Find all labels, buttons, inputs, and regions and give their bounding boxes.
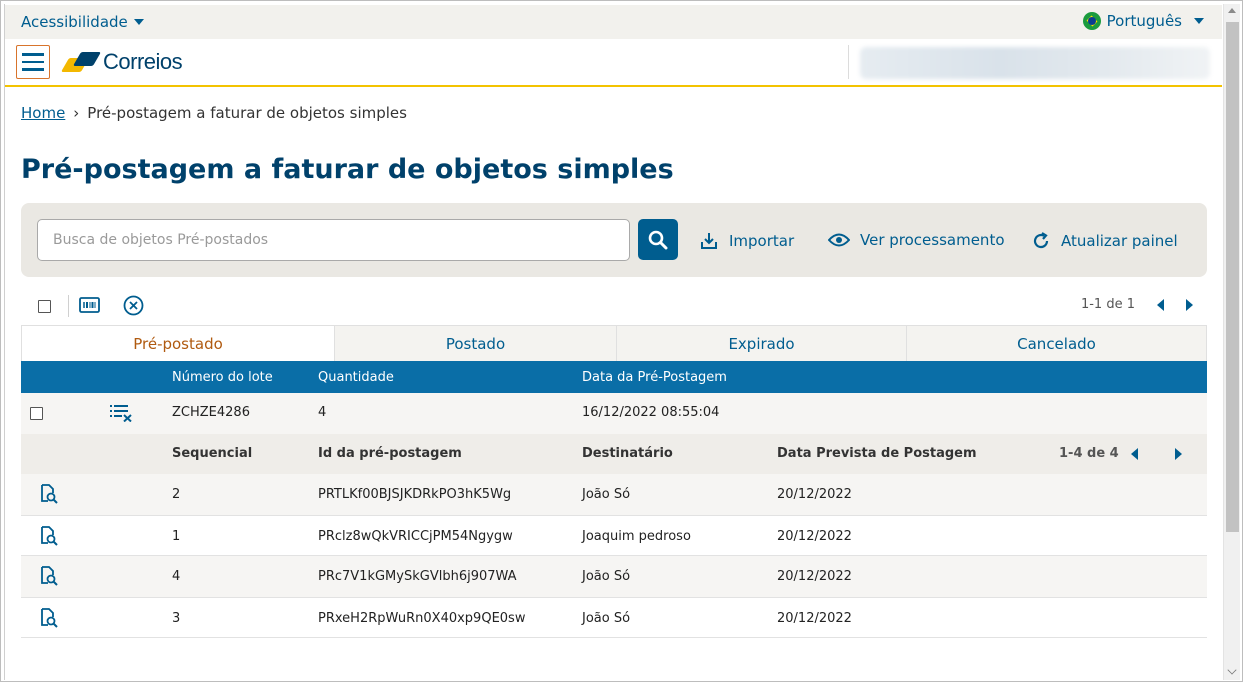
- header-date: Data da Pré-Postagem: [582, 370, 727, 385]
- chevron-down-icon: [1194, 18, 1204, 24]
- user-info-redacted: [860, 47, 1210, 79]
- lots-table-header: Número do lote Quantidade Data da Pré-Po…: [21, 361, 1207, 393]
- download-icon: [701, 233, 717, 249]
- lot-date: 16/12/2022 08:55:04: [582, 405, 720, 420]
- row-recipient: Joaquim pedroso: [582, 529, 691, 544]
- refresh-icon: [1033, 232, 1049, 249]
- lot-number: ZCHZE4286: [172, 405, 250, 420]
- menu-line: [22, 60, 44, 64]
- list-toolbar: 1-1 de 1: [21, 291, 1207, 321]
- row-sequential: 1: [172, 529, 181, 544]
- row-recipient: João Só: [582, 487, 631, 502]
- correios-logo[interactable]: Correios: [60, 49, 183, 75]
- row-prepost-id: PRxeH2RpWuRn0X40xp9QE0sw: [318, 611, 526, 626]
- refresh-label: Atualizar painel: [1061, 232, 1178, 250]
- menu-line: [22, 68, 44, 71]
- header-sequential: Sequencial: [172, 446, 253, 461]
- document-search-icon[interactable]: [40, 484, 58, 504]
- breadcrumb-home-link[interactable]: Home: [21, 104, 65, 122]
- lot-quantity: 4: [318, 405, 327, 420]
- barcode-icon[interactable]: [79, 296, 100, 314]
- menu-line: [22, 53, 44, 56]
- table-row[interactable]: 4 PRc7V1kGMySkGVlbh6j907WA João Só 20/12…: [21, 556, 1207, 597]
- header-lot-number: Número do lote: [172, 370, 273, 385]
- row-prepost-id: PRc7V1kGMySkGVlbh6j907WA: [318, 569, 517, 584]
- refresh-panel-button[interactable]: Atualizar painel: [1031, 231, 1178, 251]
- row-expected-date: 20/12/2022: [777, 611, 852, 626]
- tab-cancelado[interactable]: Cancelado: [906, 326, 1206, 362]
- row-recipient: João Só: [582, 611, 631, 626]
- items-table-header: Sequencial Id da pré-postagem Destinatár…: [21, 434, 1207, 474]
- row-sequential: 3: [172, 611, 181, 626]
- items-next-page-icon[interactable]: [1175, 448, 1182, 460]
- list-remove-icon[interactable]: [110, 404, 132, 422]
- row-expected-date: 20/12/2022: [777, 529, 852, 544]
- correios-logo-icon: [60, 50, 102, 74]
- breadcrumb-current: Pré-postagem a faturar de objetos simple…: [87, 104, 407, 122]
- status-tabs: Pré-postado Postado Expirado Cancelado: [21, 325, 1207, 362]
- scroll-down-icon[interactable]: [1227, 665, 1237, 675]
- document-search-icon[interactable]: [40, 526, 58, 546]
- header-expected-date: Data Prevista de Postagem: [777, 446, 977, 461]
- table-row[interactable]: 2 PRTLKf00BJSJKDRkPO3hK5Wg João Só 20/12…: [21, 474, 1207, 515]
- brand-name: Correios: [103, 49, 183, 74]
- search-button[interactable]: [638, 219, 678, 260]
- toolbar-divider: [68, 295, 69, 317]
- breadcrumb-separator: ›: [73, 104, 80, 122]
- search-input[interactable]: [37, 219, 630, 261]
- search-panel: Importar Ver processamento Atualizar pai…: [21, 203, 1207, 277]
- items-pagination-text: 1-4 de 4: [1059, 446, 1119, 461]
- items-prev-page-icon[interactable]: [1131, 448, 1138, 460]
- header-prepost-id: Id da pré-postagem: [318, 446, 462, 461]
- table-row[interactable]: 3 PRxeH2RpWuRn0X40xp9QE0sw João Só 20/12…: [21, 597, 1207, 638]
- vertical-scrollbar[interactable]: [1223, 4, 1240, 680]
- accessibility-menu[interactable]: Acessibilidade: [21, 13, 144, 31]
- row-expected-date: 20/12/2022: [777, 487, 852, 502]
- hamburger-menu-button[interactable]: [16, 45, 50, 79]
- document-search-icon[interactable]: [40, 566, 58, 586]
- prev-page-icon[interactable]: [1157, 298, 1164, 311]
- next-page-icon[interactable]: [1186, 298, 1193, 311]
- header-quantity: Quantidade: [318, 370, 394, 385]
- cancel-circle-icon[interactable]: [123, 295, 144, 316]
- row-sequential: 4: [172, 569, 181, 584]
- import-button[interactable]: Importar: [699, 231, 794, 251]
- accessibility-label: Acessibilidade: [21, 13, 128, 31]
- language-selector[interactable]: Português: [1082, 12, 1204, 30]
- row-prepost-id: PRTLKf00BJSJKDRkPO3hK5Wg: [318, 487, 512, 502]
- language-label: Português: [1106, 12, 1182, 30]
- page-title: Pré-postagem a faturar de objetos simple…: [21, 154, 674, 185]
- site-header: Correios: [5, 39, 1222, 87]
- eye-icon: [828, 233, 850, 247]
- search-icon: [648, 230, 668, 249]
- view-processing-label: Ver processamento: [860, 231, 1005, 249]
- header-recipient: Destinatário: [582, 446, 673, 461]
- document-search-icon[interactable]: [40, 608, 58, 628]
- scroll-up-icon[interactable]: [1228, 8, 1236, 13]
- row-sequential: 2: [172, 487, 181, 502]
- tab-expirado[interactable]: Expirado: [616, 326, 906, 362]
- header-divider: [848, 45, 849, 79]
- row-expected-date: 20/12/2022: [777, 569, 852, 584]
- scrollbar-thumb[interactable]: [1226, 22, 1239, 532]
- tab-postado[interactable]: Postado: [334, 326, 616, 362]
- breadcrumb: Home › Pré-postagem a faturar de objetos…: [21, 104, 407, 122]
- import-label: Importar: [729, 232, 795, 250]
- row-recipient: João Só: [582, 569, 631, 584]
- brazil-flag-icon: [1082, 12, 1101, 30]
- table-row[interactable]: 1 PRclz8wQkVRICCjPM54Ngygw Joaquim pedro…: [21, 515, 1207, 556]
- chevron-down-icon: [133, 19, 144, 25]
- view-processing-button[interactable]: Ver processamento: [828, 231, 1005, 249]
- lot-row[interactable]: ZCHZE4286 4 16/12/2022 08:55:04: [21, 393, 1207, 434]
- tab-pre-postado[interactable]: Pré-postado: [22, 326, 334, 362]
- lots-pagination-text: 1-1 de 1: [1080, 297, 1135, 312]
- accessibility-bar: Acessibilidade Português: [5, 5, 1222, 39]
- select-all-checkbox[interactable]: [38, 300, 51, 313]
- lot-checkbox[interactable]: [30, 407, 43, 420]
- lots-pagination: 1-1 de 1: [1081, 297, 1193, 312]
- row-prepost-id: PRclz8wQkVRICCjPM54Ngygw: [318, 529, 513, 544]
